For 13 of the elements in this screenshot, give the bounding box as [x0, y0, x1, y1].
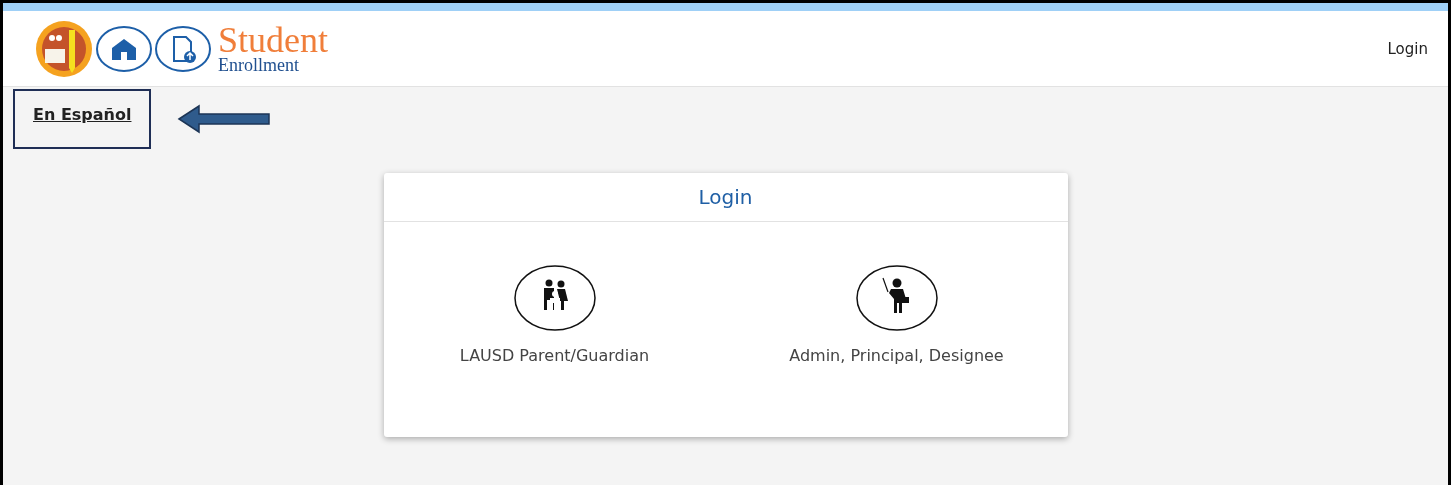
language-link[interactable]: En Español [33, 105, 132, 124]
document-upload-icon[interactable] [155, 25, 211, 72]
arrow-icon [177, 104, 270, 134]
school-icon[interactable] [96, 25, 152, 72]
card-title: Login [383, 173, 1068, 222]
logo-title: Student [218, 23, 328, 56]
teacher-icon[interactable] [854, 264, 939, 332]
login-link[interactable]: Login [1387, 39, 1428, 58]
logo-subtitle: Enrollment [218, 55, 300, 74]
seal-logo [35, 19, 93, 78]
family-icon[interactable] [512, 264, 597, 332]
option-label[interactable]: LAUSD Parent/Guardian [459, 346, 650, 365]
option-label[interactable]: Admin, Principal, Designee [789, 346, 1004, 365]
